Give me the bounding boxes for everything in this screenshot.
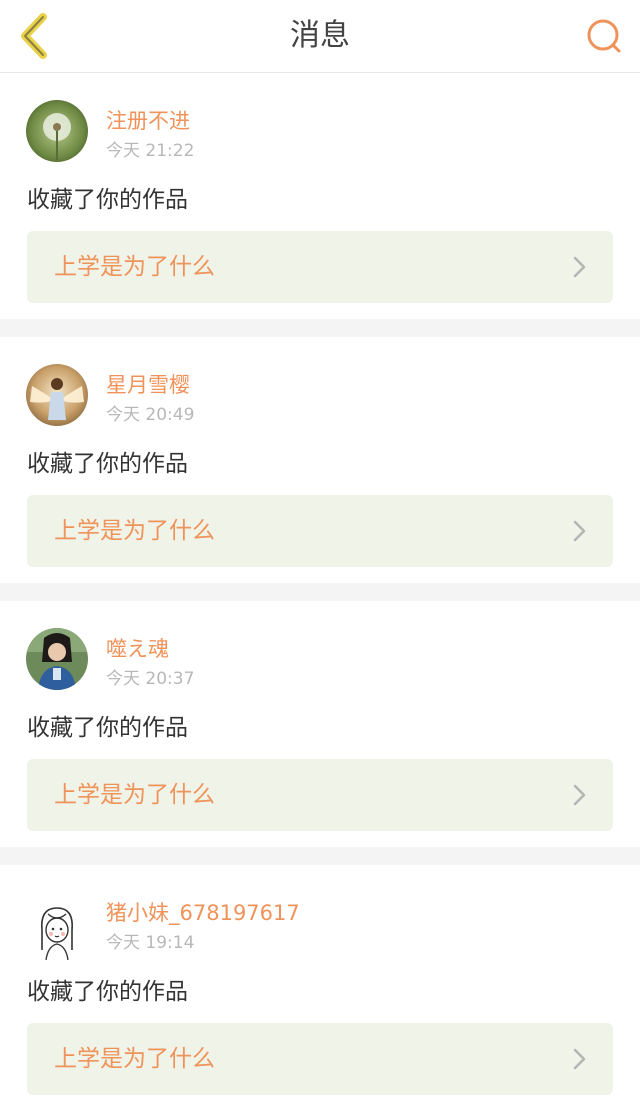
action-text: 收藏了你的作品 bbox=[27, 979, 188, 1005]
work-link[interactable]: 上学是为了什么 bbox=[27, 495, 613, 567]
message-item: 注册不进 今天 21:22 收藏了你的作品 上学是为了什么 bbox=[0, 73, 640, 319]
top-bar: 消息 bbox=[0, 0, 640, 73]
avatar[interactable] bbox=[26, 364, 88, 426]
girl-photo-avatar-image bbox=[26, 628, 88, 690]
chevron-right-icon bbox=[573, 520, 586, 542]
separator bbox=[0, 583, 640, 601]
work-link[interactable]: 上学是为了什么 bbox=[27, 759, 613, 831]
timestamp: 今天 21:22 bbox=[106, 141, 195, 161]
timestamp: 今天 19:14 bbox=[106, 933, 195, 953]
page-title: 消息 bbox=[290, 18, 350, 53]
work-title: 上学是为了什么 bbox=[54, 254, 215, 280]
work-title: 上学是为了什么 bbox=[54, 1046, 215, 1072]
avatar[interactable] bbox=[26, 628, 88, 690]
username[interactable]: 猪小妹_678197617 bbox=[106, 897, 300, 927]
username[interactable]: 星月雪樱 bbox=[106, 369, 190, 399]
timestamp: 今天 20:49 bbox=[106, 405, 195, 425]
username[interactable]: 注册不进 bbox=[106, 105, 190, 135]
action-text: 收藏了你的作品 bbox=[27, 187, 188, 213]
chevron-right-icon bbox=[573, 256, 586, 278]
separator bbox=[0, 319, 640, 337]
avatar[interactable] bbox=[26, 900, 88, 962]
action-text: 收藏了你的作品 bbox=[27, 451, 188, 477]
chevron-right-icon bbox=[573, 784, 586, 806]
work-link[interactable]: 上学是为了什么 bbox=[27, 1023, 613, 1095]
search-icon bbox=[587, 19, 621, 53]
timestamp: 今天 20:37 bbox=[106, 669, 195, 689]
line-drawing-girl-avatar-image bbox=[26, 900, 88, 962]
message-item: 星月雪樱 今天 20:49 收藏了你的作品 上学是为了什么 bbox=[0, 337, 640, 583]
work-title: 上学是为了什么 bbox=[54, 782, 215, 808]
work-link[interactable]: 上学是为了什么 bbox=[27, 231, 613, 303]
action-text: 收藏了你的作品 bbox=[27, 715, 188, 741]
avatar[interactable] bbox=[26, 100, 88, 162]
work-title: 上学是为了什么 bbox=[54, 518, 215, 544]
message-list: 注册不进 今天 21:22 收藏了你的作品 上学是为了什么 星月雪樱 今天 20… bbox=[0, 73, 640, 1111]
angel-avatar-image bbox=[26, 364, 88, 426]
message-item: 猪小妹_678197617 今天 19:14 收藏了你的作品 上学是为了什么 bbox=[0, 865, 640, 1111]
separator bbox=[0, 847, 640, 865]
message-item: 噬え魂 今天 20:37 收藏了你的作品 上学是为了什么 bbox=[0, 601, 640, 847]
username[interactable]: 噬え魂 bbox=[106, 633, 169, 663]
chevron-right-icon bbox=[573, 1048, 586, 1070]
dandelion-avatar-image bbox=[26, 100, 88, 162]
search-button[interactable] bbox=[582, 14, 626, 58]
